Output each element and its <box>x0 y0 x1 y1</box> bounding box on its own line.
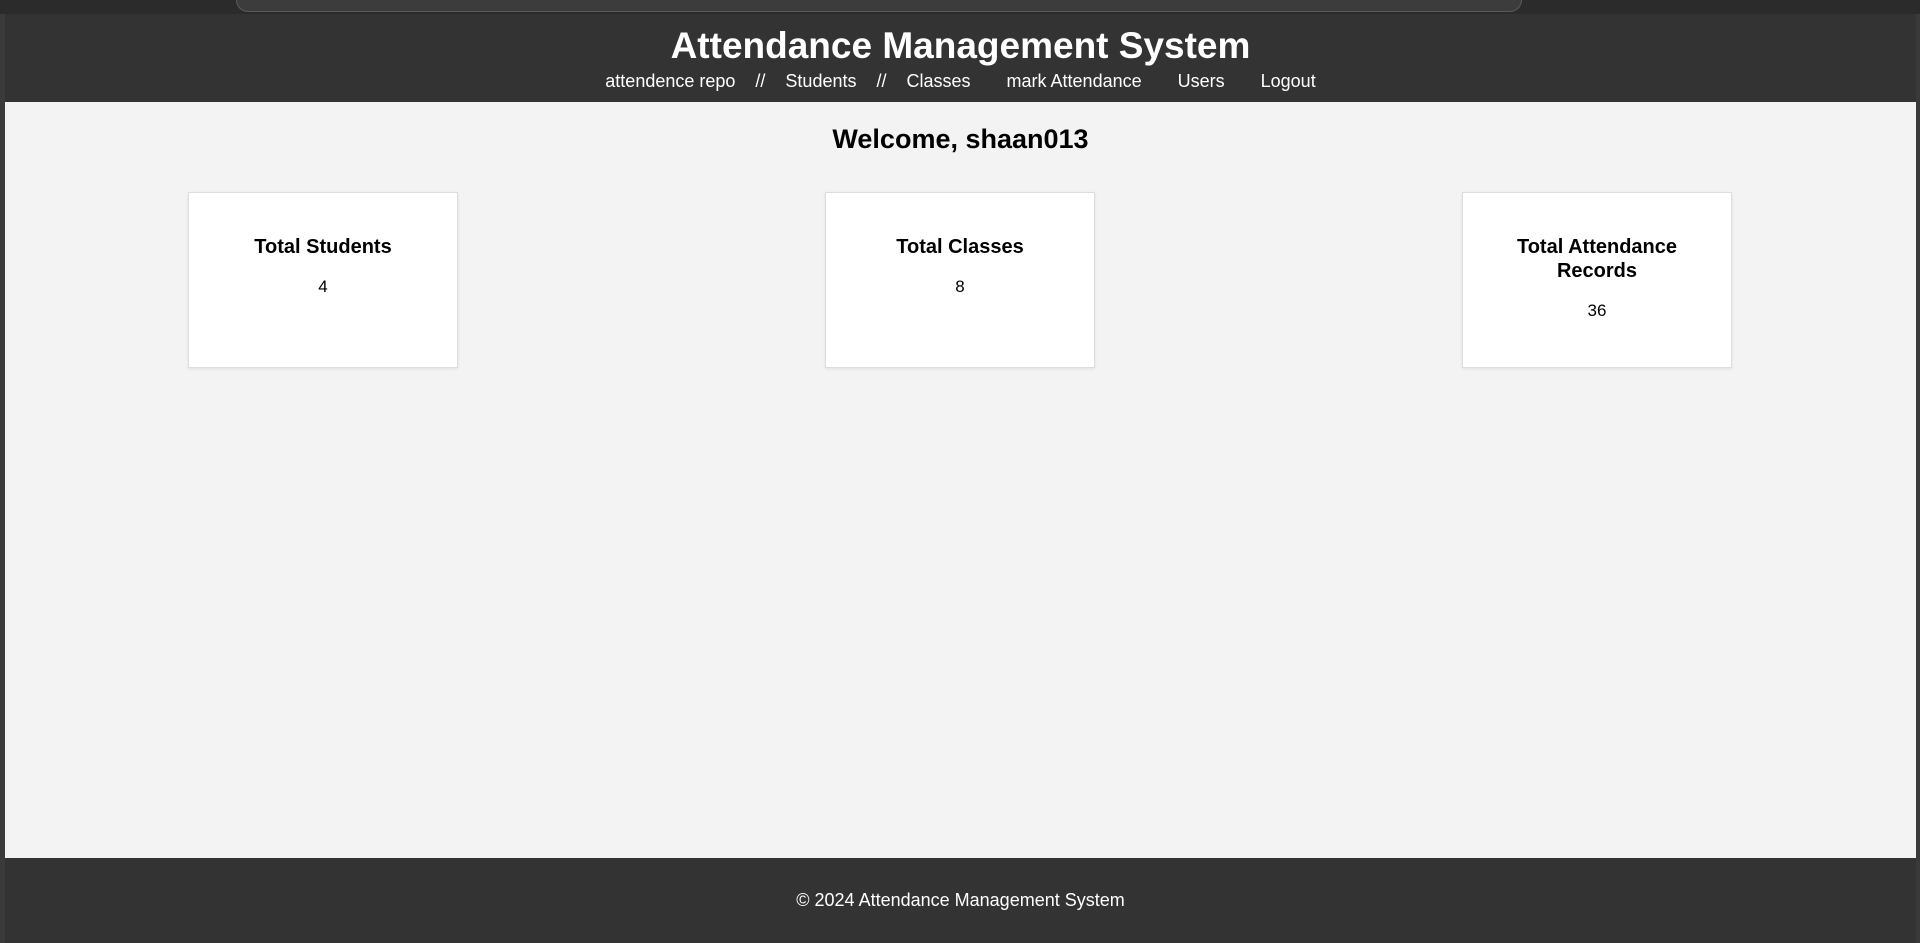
stat-card-total-students: Total Students 4 <box>188 192 458 368</box>
stats-cards: Total Students 4 Total Classes 8 Total A… <box>5 192 1916 368</box>
app-window: Attendance Management System attendence … <box>5 14 1916 943</box>
stat-card-value: 8 <box>955 277 965 296</box>
nav-link-mark-attendance[interactable]: mark Attendance <box>1007 70 1142 92</box>
stat-card-value: 4 <box>318 277 328 296</box>
nav-link-users[interactable]: Users <box>1178 70 1225 92</box>
nav-separator: // <box>755 71 766 91</box>
nav-link-classes[interactable]: Classes <box>907 70 971 92</box>
site-footer: © 2024 Attendance Management System <box>5 858 1916 943</box>
stat-card-value: 36 <box>1587 301 1607 320</box>
nav-link-logout[interactable]: Logout <box>1261 70 1316 92</box>
site-title: Attendance Management System <box>670 25 1251 66</box>
site-header: Attendance Management System attendence … <box>5 14 1916 102</box>
stat-card-title: Total Attendance Records <box>1516 236 1677 282</box>
nav-separator: // <box>876 71 887 91</box>
stat-card-title: Total Classes <box>896 236 1024 258</box>
nav-link-attendance-repo[interactable]: attendence repo <box>605 70 735 92</box>
dashboard-main: Welcome, shaan013 Total Students 4 Total… <box>5 102 1916 858</box>
footer-copyright: © 2024 Attendance Management System <box>796 890 1125 910</box>
main-nav: attendence repo // Students // Classes mark A… <box>5 70 1916 92</box>
nav-link-students[interactable]: Students <box>785 70 856 92</box>
browser-address-bar[interactable] <box>236 0 1522 12</box>
stat-card-total-attendance-records: Total Attendance Records 36 <box>1462 192 1732 368</box>
browser-chrome-strip <box>0 0 1920 14</box>
stat-card-title: Total Students <box>254 236 392 258</box>
stat-card-total-classes: Total Classes 8 <box>825 192 1095 368</box>
welcome-heading: Welcome, shaan013 <box>832 124 1089 154</box>
